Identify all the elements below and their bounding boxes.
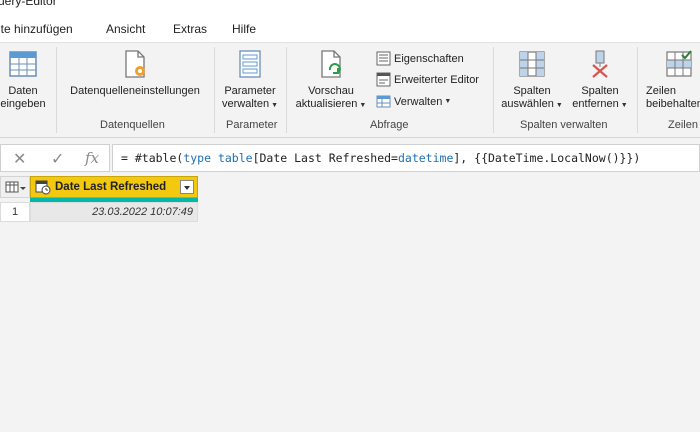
daten-eingeben-label-1: Daten [8, 85, 38, 97]
formula-keyword-table: table [217, 151, 253, 165]
dropdown-caret-icon: ▼ [444, 98, 452, 105]
group-divider [493, 47, 494, 133]
parameter-label-2: verwalten [221, 98, 270, 110]
zeilen-label-1: Zeilen [646, 85, 676, 97]
group-divider [56, 47, 57, 133]
menu-bar: lte hinzufügen Ansicht Extras Hilfe [0, 18, 700, 42]
datenquelleneinstellungen-button[interactable]: Datenquelleneinstellungen [62, 49, 208, 98]
menu-extras[interactable]: Extras [173, 22, 207, 36]
dropdown-caret-icon: ▼ [555, 102, 563, 109]
formula-area: ✕ ✓ fx = #table(type table[Date Last Ref… [0, 144, 700, 172]
table-menu-button[interactable] [0, 176, 30, 198]
erweiterter-editor-label: Erweiterter Editor [394, 73, 479, 86]
fx-icon[interactable]: fx [85, 149, 99, 167]
properties-icon [376, 51, 391, 66]
group-label-datenquellen: Datenquellen [100, 119, 165, 131]
datetime-type-icon[interactable] [35, 179, 51, 195]
spalten-auswaehlen-label-1: Spalten [513, 85, 551, 97]
formula-keyword-datetime: datetime [397, 151, 454, 165]
column-header-label: Date Last Refreshed [55, 181, 167, 193]
confirm-icon[interactable]: ✓ [51, 149, 64, 169]
dropdown-caret-icon: ▼ [271, 102, 278, 109]
verwalten-button[interactable]: Verwalten ▼ [376, 94, 451, 109]
column-header-date-last-refreshed[interactable]: Date Last Refreshed [30, 176, 198, 198]
window-title: uery-Editor [0, 0, 57, 8]
window-titlebar: uery-Editor [0, 0, 700, 18]
table-cell[interactable]: 23.03.2022 10:07:49 [30, 202, 198, 222]
group-divider [286, 47, 287, 133]
table-menu-icon [5, 181, 26, 193]
verwalten-label: Verwalten [394, 95, 443, 108]
group-divider [637, 47, 638, 133]
manage-table-icon [376, 95, 391, 108]
cancel-icon[interactable]: ✕ [13, 149, 26, 169]
group-divider [214, 47, 215, 133]
erweiterter-editor-button[interactable]: Erweiterter Editor [376, 72, 479, 87]
eigenschaften-label: Eigenschaften [394, 52, 464, 65]
dropdown-caret-icon: ▼ [620, 102, 628, 109]
parameter-label-1: Parameter [224, 85, 276, 97]
table-icon [9, 51, 37, 77]
daten-eingeben-label-2: eingeben [0, 98, 46, 110]
group-label-zeilen: Zeilen [668, 119, 698, 131]
vorschau-label-1: Vorschau [308, 85, 354, 97]
keep-rows-icon [666, 50, 692, 77]
advanced-editor-icon [376, 72, 391, 87]
dropdown-caret-icon: ▼ [359, 102, 367, 109]
group-label-abfrage: Abfrage [370, 119, 409, 131]
menu-hilfe[interactable]: Hilfe [232, 22, 256, 36]
remove-columns-icon [592, 50, 608, 78]
zeilen-beibehalten-button[interactable]: Zeilen beibehalten [642, 49, 700, 111]
group-label-parameter: Parameter [226, 119, 278, 131]
column-filter-dropdown[interactable] [180, 180, 194, 194]
data-grid: Date Last Refreshed 1 23.03.2022 10:07:4… [0, 176, 700, 432]
refresh-preview-icon [321, 50, 341, 78]
spalten-auswaehlen-button[interactable]: Spalten auswählen ▼ [497, 49, 567, 112]
menu-ansicht[interactable]: Ansicht [106, 22, 145, 36]
datasource-settings-icon [125, 50, 145, 78]
spalten-entfernen-button[interactable]: Spalten entfernen ▼ [567, 49, 633, 112]
parameter-icon [239, 50, 261, 78]
menu-spalte-hinzufuegen[interactable]: lte hinzufügen [0, 22, 73, 36]
formula-text-prefix: = #table( [121, 151, 184, 165]
spalten-entfernen-label-2: entfernen [572, 98, 619, 110]
vorschau-aktualisieren-button[interactable]: Vorschau aktualisieren ▼ [290, 49, 372, 112]
daten-eingeben-button[interactable]: Daten eingeben [0, 49, 52, 111]
spalten-entfernen-label-1: Spalten [581, 85, 619, 97]
formula-controls: ✕ ✓ fx [0, 144, 110, 172]
formula-input[interactable]: = #table(type table[Date Last Refreshed=… [112, 144, 700, 172]
formula-text-middle: [Date Last Refreshed= [252, 151, 398, 165]
formula-keyword-type: type [183, 151, 212, 165]
eigenschaften-button[interactable]: Eigenschaften [376, 51, 464, 66]
ribbon: Daten eingeben Datenquelleneinstellungen… [0, 42, 700, 138]
choose-columns-icon [519, 51, 545, 77]
chevron-down-icon [184, 186, 190, 190]
parameter-verwalten-button[interactable]: Parameter verwalten ▼ [218, 49, 282, 112]
formula-text-suffix: ], {{DateTime.LocalNow()}}) [453, 151, 641, 165]
zeilen-label-2: beibehalten [646, 98, 700, 110]
group-label-spalten-verwalten: Spalten verwalten [520, 119, 608, 131]
vorschau-label-2: aktualisieren [295, 98, 358, 110]
row-number[interactable]: 1 [0, 202, 30, 222]
spalten-auswaehlen-label-2: auswählen [501, 98, 554, 110]
datenquellen-label: Datenquelleneinstellungen [70, 85, 200, 97]
